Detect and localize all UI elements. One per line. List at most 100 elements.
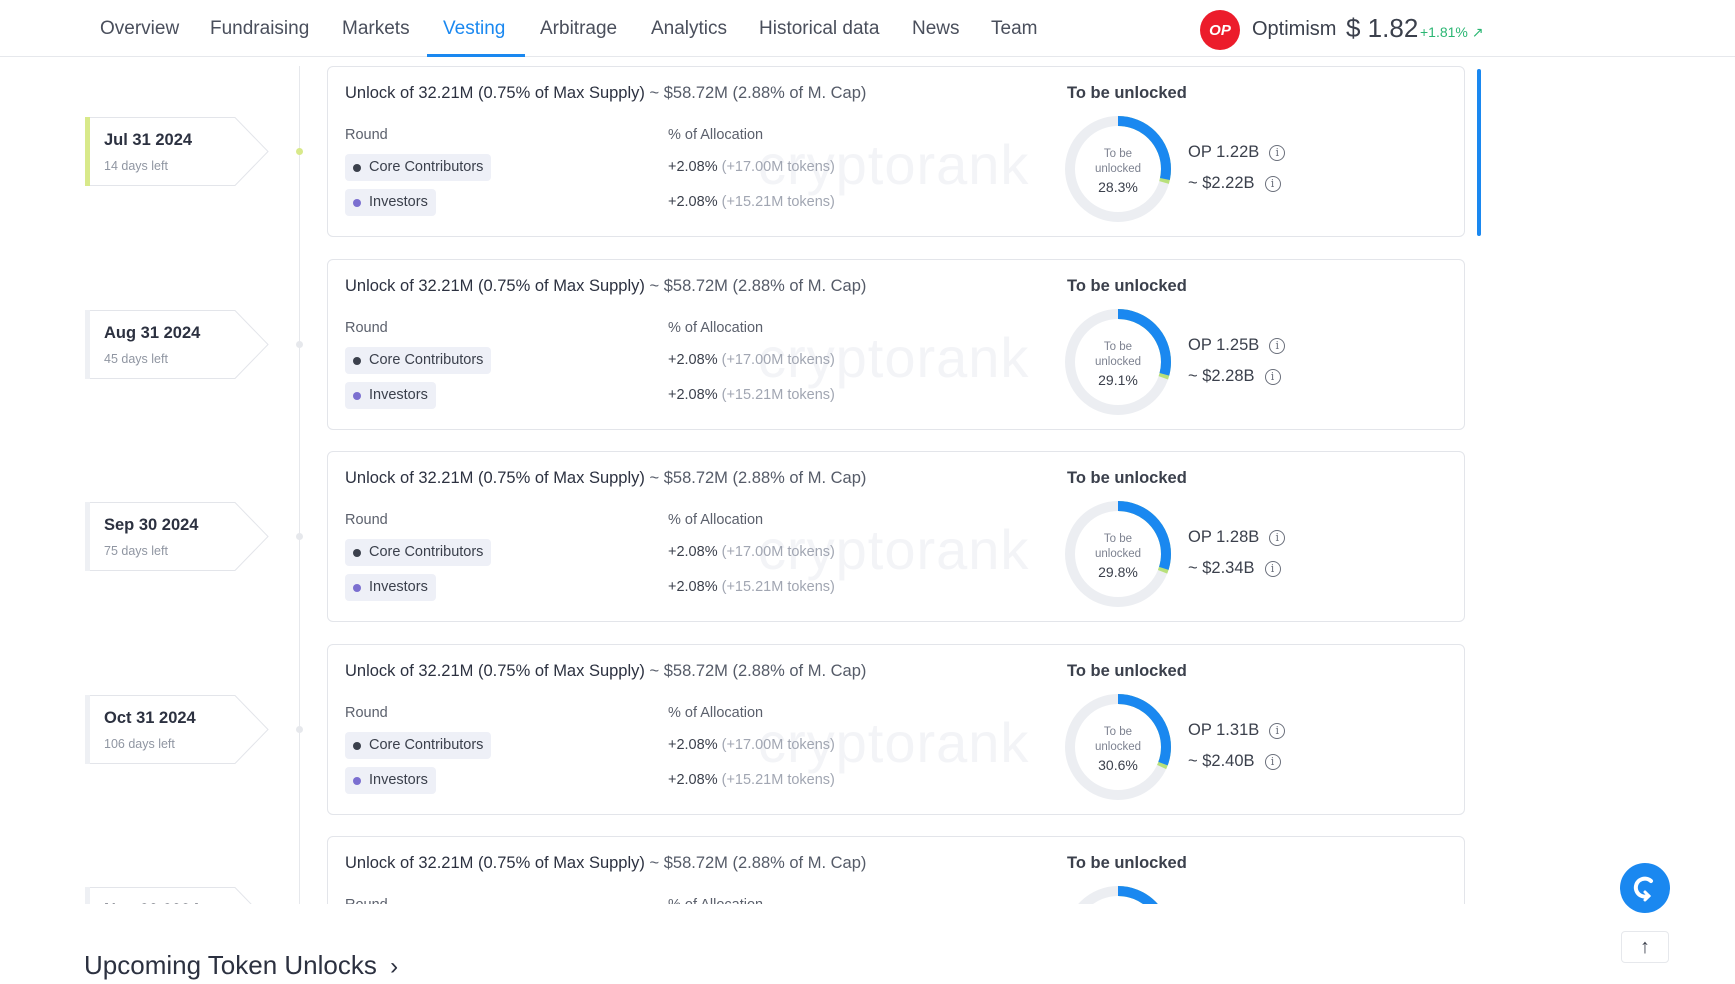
scrollbar[interactable] [1477, 69, 1481, 236]
op-amount: OP 1.25B i [1188, 336, 1286, 355]
unlock-title: Unlock of 32.21M (0.75% of Max Supply) ~… [345, 84, 866, 103]
allocation-tokens: (+17.00M tokens) [721, 544, 835, 560]
allocation-pct: +2.08% [668, 159, 718, 175]
allocation-pct: +2.08% [668, 194, 718, 210]
unlock-date-marker: Oct 31 2024 106 days left [85, 694, 269, 764]
unlock-value: ~ $58.72M (2.88% of M. Cap) [649, 661, 867, 680]
days-left: 45 days left [104, 351, 168, 366]
op-amount: OP 1.31B i [1188, 721, 1286, 740]
unlock-value: ~ $58.72M (2.88% of M. Cap) [649, 84, 867, 102]
round-chip: Investors [345, 574, 436, 601]
allocation-header: % of Allocation [668, 897, 763, 904]
upcoming-token-unlocks-link[interactable]: Upcoming Token Unlocks › [84, 950, 398, 981]
unlock-date: Nov 30 2024 [104, 901, 199, 904]
info-icon[interactable]: i [1264, 753, 1281, 770]
info-icon[interactable]: i [1264, 176, 1281, 192]
days-left: 106 days left [104, 736, 175, 751]
allocation-tokens: (+17.00M tokens) [721, 736, 835, 753]
allocation-tokens: (+15.21M tokens) [721, 579, 835, 595]
round-header: Round [345, 897, 388, 904]
timeline-line [299, 66, 300, 904]
info-icon[interactable]: i [1264, 368, 1281, 385]
allocation-pct: +2.08% [668, 736, 718, 753]
op-amount: OP 1.22B i [1188, 143, 1286, 162]
round-chip: Core Contributors [345, 731, 492, 759]
timeline-dot [296, 533, 303, 540]
unlock-amount: Unlock of 32.21M (0.75% of Max Supply) [345, 469, 645, 487]
donut-percent: 30.6% [1098, 756, 1138, 773]
round-name: Core Contributors [369, 544, 484, 560]
round-color-dot [353, 549, 361, 557]
unlock-date-marker: Sep 30 2024 75 days left [85, 502, 269, 571]
allocation-pct: +2.08% [668, 771, 718, 788]
round-allocation: +2.08% (+17.00M tokens) [668, 737, 835, 753]
allocation-pct: +2.08% [668, 579, 718, 595]
unlock-date-marker: Nov 30 2024 [85, 887, 269, 904]
round-chip: Investors [345, 189, 436, 216]
round-allocation: +2.08% (+15.21M tokens) [668, 772, 835, 788]
allocation-header: % of Allocation [668, 704, 764, 721]
unlock-date: Aug 31 2024 [104, 323, 201, 342]
allocation-tokens: (+17.00M tokens) [721, 351, 835, 368]
round-name: Investors [369, 771, 428, 788]
round-header: Round [345, 512, 388, 528]
usd-amount-value: ~ $2.40B [1188, 751, 1255, 770]
round-name: Core Contributors [369, 351, 484, 368]
op-amount-value: OP 1.28B [1188, 528, 1260, 546]
section-title: Upcoming Token Unlocks [84, 950, 377, 980]
op-amount-value: OP 1.22B [1188, 143, 1260, 161]
round-allocation: +2.08% (+15.21M tokens) [668, 579, 835, 595]
cryptorank-logo-icon[interactable] [1620, 863, 1670, 913]
round-color-dot [353, 776, 361, 785]
info-icon[interactable]: i [1269, 530, 1286, 546]
unlock-value: ~ $58.72M (2.88% of M. Cap) [649, 854, 867, 872]
allocation-tokens: (+15.21M tokens) [721, 386, 835, 403]
usd-amount: ~ $2.34B i [1188, 559, 1281, 578]
round-allocation: +2.08% (+17.00M tokens) [668, 352, 835, 368]
round-name: Investors [369, 194, 428, 210]
unlock-card: cryptorank Unlock of 32.21M (0.75% of Ma… [327, 836, 1465, 904]
days-left: 14 days left [104, 159, 168, 173]
vesting-timeline: Jul 31 2024 14 days left cryptorank Unloc… [0, 0, 1735, 904]
unlock-title: Unlock of 32.21M (0.75% of Max Supply) ~… [345, 277, 866, 296]
unlock-date: Oct 31 2024 [104, 708, 196, 727]
donut-caption: To be unlocked [1094, 148, 1142, 175]
unlock-title: Unlock of 32.21M (0.75% of Max Supply) ~… [345, 854, 866, 873]
round-name: Investors [369, 579, 428, 595]
round-allocation: +2.08% (+17.00M tokens) [668, 544, 835, 560]
unlock-amount: Unlock of 32.21M (0.75% of Max Supply) [345, 854, 645, 872]
donut-label: To be unlocked 30.6% [1060, 725, 1176, 775]
round-name: Investors [369, 386, 428, 403]
unlock-date-marker: Jul 31 2024 14 days left [85, 117, 269, 186]
scroll-to-top-button[interactable]: ↑ [1621, 931, 1669, 963]
donut-caption: To be unlocked [1094, 340, 1142, 368]
info-icon[interactable]: i [1264, 561, 1281, 577]
unlock-donut [1065, 886, 1171, 904]
info-icon[interactable]: i [1269, 337, 1286, 354]
round-allocation: +2.08% (+15.21M tokens) [668, 387, 835, 403]
unlock-title: Unlock of 32.21M (0.75% of Max Supply) ~… [345, 469, 866, 488]
unlock-date: Sep 30 2024 [104, 516, 199, 534]
unlock-amount: Unlock of 32.21M (0.75% of Max Supply) [345, 276, 645, 295]
unlock-value: ~ $58.72M (2.88% of M. Cap) [649, 276, 867, 295]
donut-label: To be unlocked 29.8% [1060, 532, 1176, 582]
usd-amount: ~ $2.40B i [1188, 752, 1281, 771]
chevron-right-icon: › [390, 953, 399, 980]
donut-label: To be unlocked 29.1% [1060, 340, 1176, 390]
unlock-amount: Unlock of 32.21M (0.75% of Max Supply) [345, 661, 645, 680]
allocation-tokens: (+15.21M tokens) [721, 194, 835, 210]
round-allocation: +2.08% (+15.21M tokens) [668, 194, 835, 210]
allocation-header: % of Allocation [668, 127, 764, 143]
arrow-up-icon: ↑ [1640, 935, 1650, 958]
round-chip: Core Contributors [345, 154, 492, 181]
round-name: Core Contributors [369, 736, 484, 753]
allocation-tokens: (+15.21M tokens) [721, 771, 835, 788]
allocation-pct: +2.08% [668, 386, 718, 403]
to-be-unlocked-heading: To be unlocked [1067, 276, 1187, 295]
info-icon[interactable]: i [1269, 722, 1286, 739]
unlock-amount: Unlock of 32.21M (0.75% of Max Supply) [345, 84, 645, 102]
info-icon[interactable]: i [1269, 145, 1286, 161]
allocation-header: % of Allocation [668, 319, 764, 336]
allocation-pct: +2.08% [668, 544, 718, 560]
to-be-unlocked-heading: To be unlocked [1067, 854, 1187, 872]
